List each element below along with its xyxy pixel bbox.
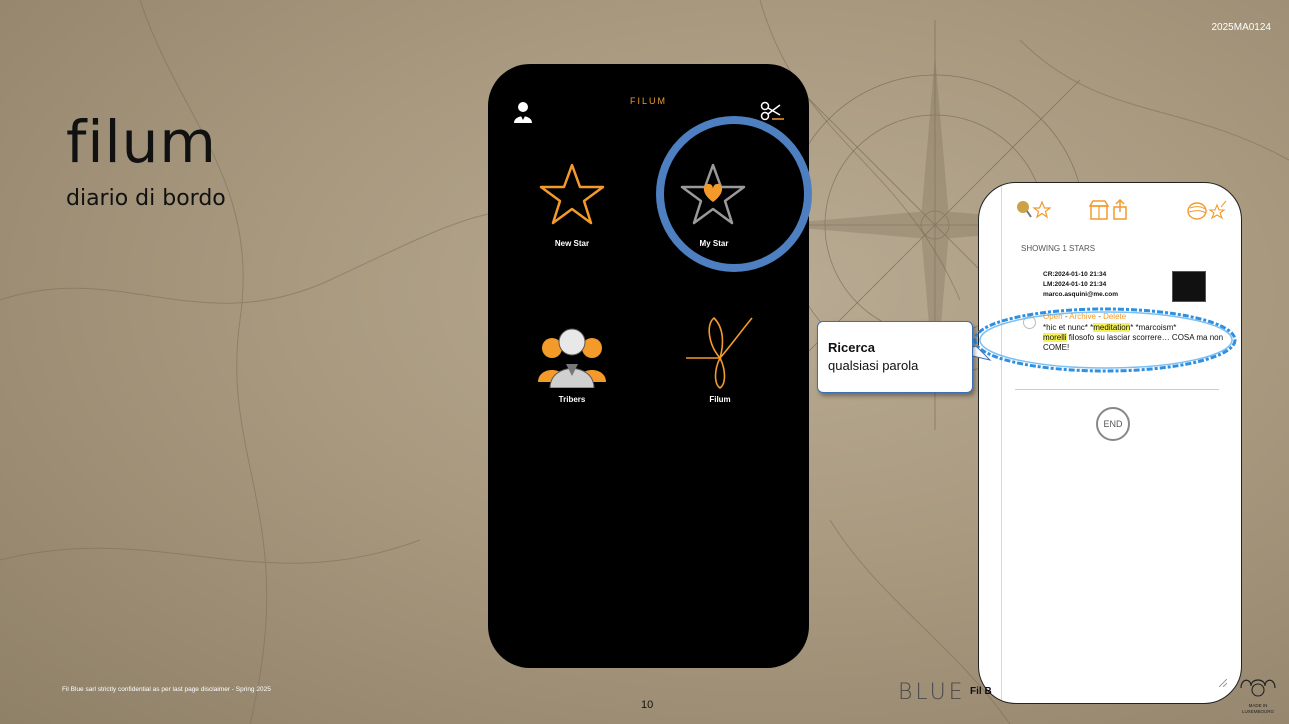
callout-title: Ricerca (828, 340, 875, 355)
fil-watermark: Fil B (970, 686, 992, 697)
search-highlight-ellipse (954, 307, 1237, 373)
svg-text:MADE IN: MADE IN (1249, 703, 1268, 708)
slide: 2025MA0124 filum diario di bordo FILUM N… (0, 0, 1289, 724)
blue-watermark: BLUE (898, 680, 966, 705)
made-in-luxembourg-logo: MADE IN LUXEMBOURG (1240, 679, 1276, 714)
footer-disclaimer: Fil Blue sarl strictly confidential as p… (62, 686, 271, 693)
page-number: 10 (641, 699, 654, 711)
svg-text:LUXEMBOURG: LUXEMBOURG (1242, 709, 1275, 714)
callout-subtitle: qualsiasi parola (828, 358, 919, 373)
callout-box: Ricerca qualsiasi parola (817, 321, 973, 393)
